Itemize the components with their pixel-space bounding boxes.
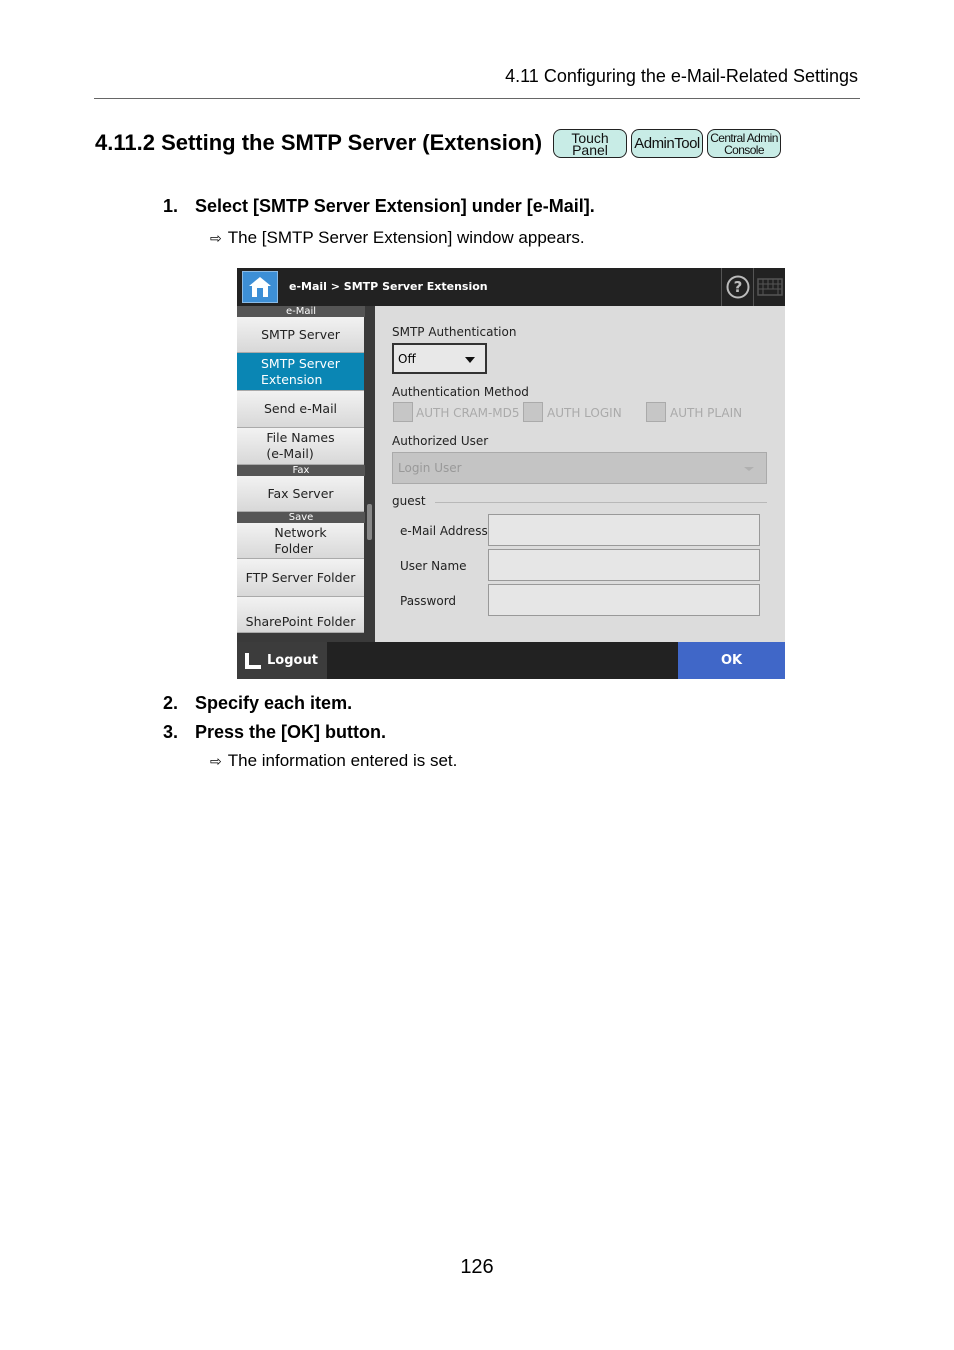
badge-admin-tool: AdminTool — [631, 129, 703, 158]
chevron-down-icon — [465, 357, 475, 363]
guest-divider — [435, 502, 767, 503]
sidebar-group-save: Save — [237, 512, 365, 523]
checkbox-auth-cram-md5[interactable] — [393, 402, 413, 422]
chevron-down-icon — [744, 467, 754, 471]
header-divider — [94, 98, 860, 99]
smtp-extension-screenshot: e-Mail > SMTP Server Extension ? e-Mail … — [237, 268, 785, 679]
label-auth-cram-md5: AUTH CRAM-MD5 — [416, 406, 520, 420]
result-arrow-icon: ⇨ — [210, 230, 222, 246]
chapter-header: 4.11 Configuring the e-Mail-Related Sett… — [505, 66, 858, 86]
applicable-tools: Touch Panel AdminTool Central Admin Consol… — [553, 129, 781, 158]
ok-button[interactable]: OK — [678, 642, 785, 679]
result-arrow-icon: ⇨ — [210, 753, 222, 769]
help-icon: ? — [726, 275, 750, 299]
badge-touch-panel: Touch Panel — [553, 129, 627, 158]
sidebar-item-smtp-server[interactable]: SMTP Server — [237, 317, 364, 353]
sidebar-item-file-names[interactable]: File Names (e-Mail) — [237, 428, 364, 465]
bottom-bar: Logout OK — [237, 642, 785, 679]
sidebar-item-network-folder[interactable]: Network Folder — [237, 523, 364, 559]
smtp-auth-label: SMTP Authentication — [392, 325, 517, 339]
step-3: 3. Press the [OK] button. — [163, 722, 387, 742]
password-field[interactable] — [488, 584, 760, 616]
step-3-result: ⇨ The information entered is set. — [210, 751, 458, 770]
top-bar: e-Mail > SMTP Server Extension ? — [237, 268, 785, 306]
user-name-field[interactable] — [488, 549, 760, 581]
sidebar-item-send-email[interactable]: Send e-Mail — [237, 391, 364, 428]
authorized-user-dropdown[interactable]: Login User — [392, 452, 767, 484]
user-name-label: User Name — [400, 559, 467, 573]
label-auth-login: AUTH LOGIN — [547, 406, 622, 420]
auth-method-label: Authentication Method — [392, 385, 529, 399]
authorized-user-label: Authorized User — [392, 434, 489, 448]
checkbox-auth-login[interactable] — [523, 402, 543, 422]
help-button[interactable]: ? — [721, 268, 754, 306]
home-button[interactable] — [242, 271, 278, 303]
logout-icon — [245, 652, 261, 669]
logout-button[interactable]: Logout — [237, 642, 327, 679]
sidebar: e-Mail SMTP Server SMTP Server Extension … — [237, 306, 365, 642]
sidebar-item-smtp-server-extension[interactable]: SMTP Server Extension — [237, 353, 364, 391]
keyboard-icon — [757, 278, 783, 296]
smtp-auth-dropdown[interactable]: Off — [392, 343, 487, 374]
page-number: 126 — [460, 1256, 494, 1278]
badge-central-admin-console: Central Admin Console — [707, 129, 781, 158]
sidebar-item-fax-server[interactable]: Fax Server — [237, 476, 364, 512]
sidebar-group-fax: Fax — [237, 465, 365, 476]
svg-text:?: ? — [734, 278, 743, 296]
sidebar-item-sharepoint-folder[interactable]: SharePoint Folder — [237, 597, 364, 633]
home-icon — [249, 277, 271, 297]
guest-section-label: guest — [392, 494, 426, 508]
scrollbar-thumb[interactable] — [367, 504, 372, 540]
section-title: 4.11.2 Setting the SMTP Server (Extensio… — [95, 130, 543, 155]
sidebar-scrollbar[interactable] — [365, 306, 375, 642]
sidebar-group-email: e-Mail — [237, 306, 365, 317]
step-1: 1. Select [SMTP Server Extension] under [… — [163, 196, 595, 216]
sidebar-item-ftp-server-folder[interactable]: FTP Server Folder — [237, 559, 364, 597]
email-address-label: e-Mail Address — [400, 524, 488, 538]
step-1-result: ⇨ The [SMTP Server Extension] window appe… — [210, 228, 585, 247]
keyboard-button[interactable] — [753, 268, 785, 306]
step-2: 2. Specify each item. — [163, 693, 353, 713]
checkbox-auth-plain[interactable] — [646, 402, 666, 422]
password-label: Password — [400, 594, 457, 608]
breadcrumb: e-Mail > SMTP Server Extension — [289, 280, 488, 293]
email-address-field[interactable] — [488, 514, 760, 546]
label-auth-plain: AUTH PLAIN — [670, 406, 743, 420]
settings-form: SMTP Authentication Off Authentication M… — [375, 306, 785, 642]
